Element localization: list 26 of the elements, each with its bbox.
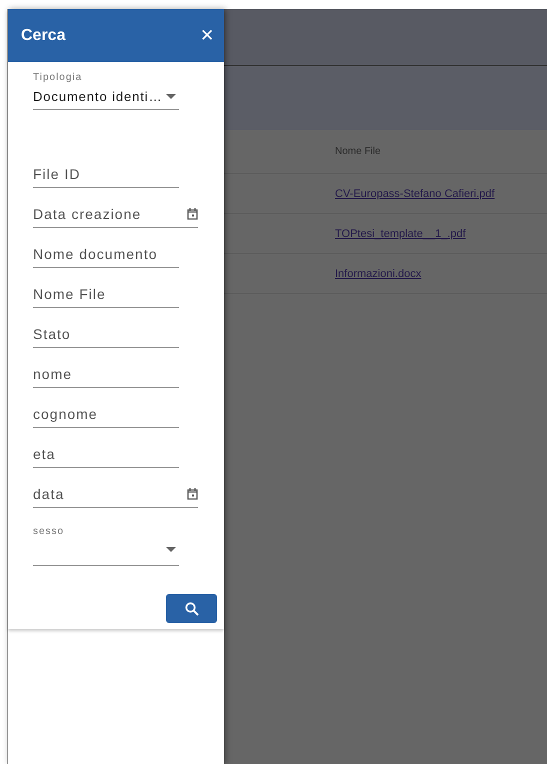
input-field[interactable]: nome [33,366,179,388]
select-field[interactable]: sesso [33,526,179,566]
calendar-icon [187,488,198,500]
date-field[interactable]: data [33,486,187,502]
input-field[interactable]: Stato [33,326,179,348]
calendar-icon [187,208,198,220]
column-header: Nome File [335,146,381,157]
close-button[interactable]: ✕ [200,25,214,46]
search-button[interactable] [166,594,217,623]
caret-icon [166,546,176,552]
input-field[interactable]: File ID [33,166,179,188]
select-field[interactable]: Tipologia Documento identi… [33,72,179,110]
field-label: sesso [33,526,66,537]
input-field[interactable]: eta [33,446,179,468]
panel-title: Cerca [21,26,66,44]
date-field[interactable]: Data creazione [33,206,187,222]
file-link[interactable]: TOPtesi_template__1_.pdf [335,228,466,240]
input-field[interactable]: cognome [33,406,179,428]
input-field[interactable]: Nome File [33,286,179,308]
input-field[interactable]: Nome documento [33,246,179,268]
field-value: Documento identi… [33,88,162,104]
caret-icon [166,94,176,98]
search-icon [184,602,198,616]
file-link[interactable]: Informazioni.docx [335,268,422,280]
field-label: Tipologia [33,72,84,83]
file-link[interactable]: CV-Europass-Stefano Cafieri.pdf [335,188,495,200]
